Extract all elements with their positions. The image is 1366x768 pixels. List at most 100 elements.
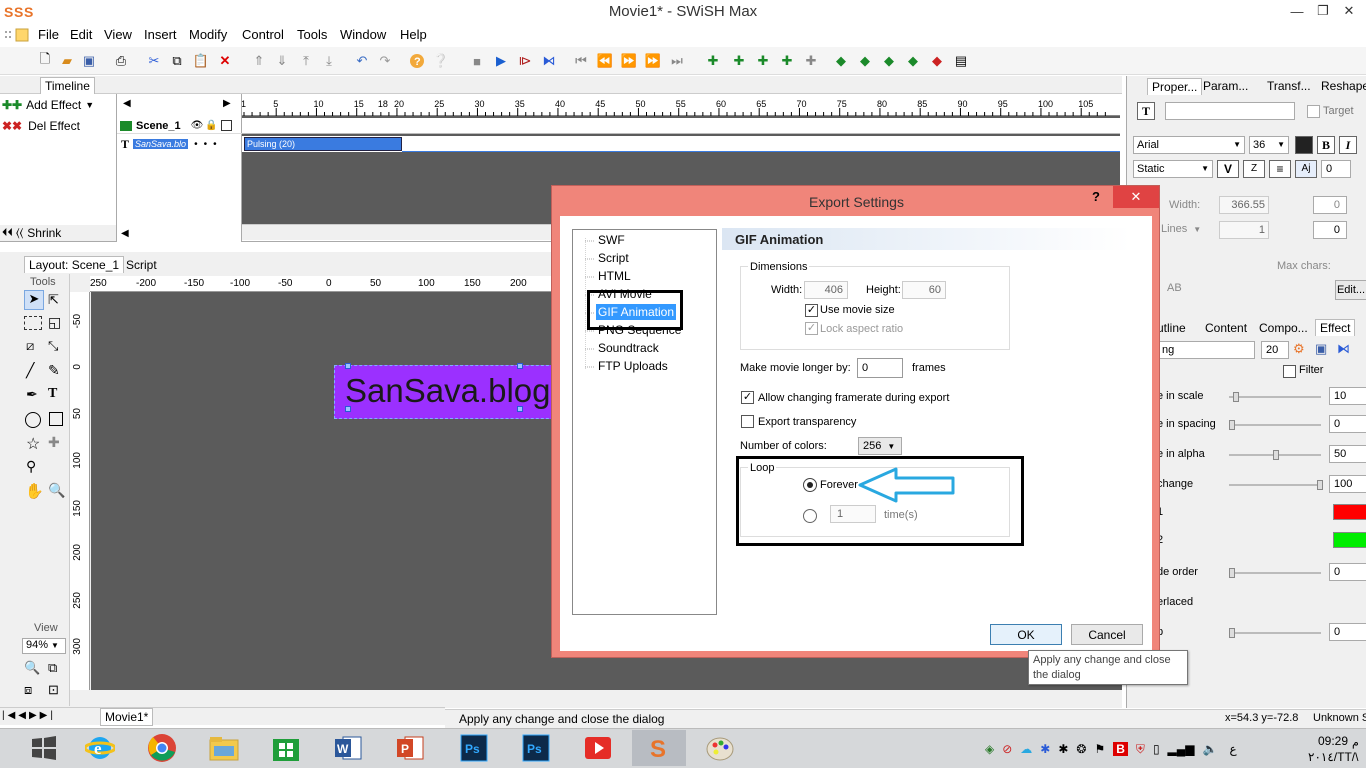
tab-parameters[interactable]: Param...: [1203, 79, 1248, 93]
effect-settings-icon[interactable]: ⚙: [1293, 341, 1305, 357]
width-field[interactable]: 406: [804, 281, 848, 299]
select-tool-icon[interactable]: ➤: [24, 290, 44, 310]
tab-nav-icon[interactable]: |◀◀▶▶|: [2, 710, 56, 721]
del-effect-button[interactable]: ✖✖ Del Effect: [0, 117, 116, 135]
text-type-select[interactable]: Static ▼: [1133, 160, 1213, 178]
italic-button[interactable]: I: [1339, 136, 1357, 154]
help-icon[interactable]: ?: [408, 52, 426, 70]
allow-framerate-checkbox[interactable]: ✓: [741, 391, 754, 404]
text-tool-icon[interactable]: T: [48, 386, 57, 402]
tray-bluetooth-icon[interactable]: ✱: [1058, 742, 1068, 756]
tray-antivirus-icon[interactable]: B: [1113, 742, 1128, 756]
dialog-close-button[interactable]: ✕: [1113, 186, 1159, 208]
insert-button-icon[interactable]: ✚: [754, 52, 772, 70]
line-tool-icon[interactable]: ╱: [26, 362, 34, 379]
star-tool-icon[interactable]: ☆: [26, 434, 40, 454]
outline-icon[interactable]: [220, 120, 232, 131]
play-scene-icon[interactable]: ⧐: [516, 52, 534, 70]
add-effect-button[interactable]: ✚✚ Add Effect ▼: [0, 96, 116, 114]
slider-knob[interactable]: [1273, 450, 1279, 460]
tray-network-icon[interactable]: ◈: [985, 742, 994, 756]
context-help-icon[interactable]: ❔: [432, 52, 450, 70]
use-movie-size-checkbox[interactable]: ✓: [805, 304, 818, 317]
move-down-icon[interactable]: ⇓: [273, 52, 291, 70]
tray-volume-icon[interactable]: 🔈: [1203, 742, 1218, 756]
menu-control[interactable]: Control: [242, 27, 284, 42]
tray-signal-icon[interactable]: ▂▄▆: [1168, 742, 1195, 756]
tab-content[interactable]: Content: [1205, 321, 1247, 335]
size-button[interactable]: Aj: [1295, 160, 1317, 178]
puzzle-tool-icon[interactable]: ✚: [48, 434, 60, 451]
zoom-100-icon[interactable]: ⧈: [24, 682, 32, 698]
redo-icon[interactable]: ↷: [376, 52, 394, 70]
break-icon[interactable]: ◆: [904, 52, 922, 70]
frame-ruler[interactable]: 1 5 10 15 18 20 25 30 35 40 45 50 55 60 65 70 75 80 85 90 95…: [242, 98, 1120, 116]
convert-icon[interactable]: ◆: [880, 52, 898, 70]
scroll-left-icon[interactable]: ◀: [123, 98, 131, 109]
copy-icon[interactable]: ⧉: [168, 52, 186, 70]
close-window-button[interactable]: ✕: [1326, 0, 1366, 22]
bold-button[interactable]: B: [1317, 136, 1335, 154]
tab-properties[interactable]: Proper...: [1147, 78, 1203, 95]
export-transparency-checkbox[interactable]: [741, 415, 754, 428]
open-icon[interactable]: ▰: [58, 52, 76, 70]
tab-reshape[interactable]: Reshape: [1321, 79, 1366, 93]
media-player-icon[interactable]: [578, 730, 618, 766]
tray-flag-icon[interactable]: ⚑: [1094, 742, 1105, 756]
color-swatch[interactable]: [1333, 504, 1366, 520]
times-input[interactable]: 1: [830, 505, 876, 523]
scroll-right-icon[interactable]: ▶: [223, 98, 231, 109]
tray-language-icon[interactable]: ع: [1229, 742, 1236, 756]
effect-slider[interactable]: [1229, 420, 1321, 430]
menu-file[interactable]: File: [38, 27, 59, 42]
color-swatch[interactable]: [1333, 532, 1366, 548]
effect-prop-value[interactable]: 50: [1329, 445, 1366, 463]
align-button[interactable]: ≡: [1269, 160, 1291, 178]
undo-icon[interactable]: ↶: [353, 52, 371, 70]
slider-knob[interactable]: [1317, 480, 1323, 490]
eye-icon[interactable]: 👁: [191, 120, 204, 131]
effect-slider[interactable]: [1229, 628, 1321, 638]
photoshop-icon-2[interactable]: Ps: [516, 730, 556, 766]
effect-play-icon[interactable]: ⧑: [1337, 341, 1350, 357]
insert-sprite-icon[interactable]: ✚: [778, 52, 796, 70]
handle[interactable]: [517, 406, 523, 412]
effect-bar[interactable]: Pulsing (20): [244, 137, 402, 151]
color-picker-icon[interactable]: [1295, 136, 1313, 154]
menu-insert[interactable]: Insert: [144, 27, 177, 42]
pencil-tool-icon[interactable]: ✎: [48, 362, 60, 379]
zoom-select[interactable]: 94% ▼: [22, 638, 66, 654]
longer-input[interactable]: 0: [857, 358, 903, 378]
play-icon[interactable]: ▶: [492, 52, 510, 70]
stage-object[interactable]: SanSava.blog: [334, 363, 564, 419]
handle[interactable]: [345, 406, 351, 412]
script-tab[interactable]: Script: [122, 257, 161, 273]
ok-button[interactable]: OK: [990, 624, 1062, 645]
insert-image-icon[interactable]: ✚: [802, 52, 820, 70]
powerpoint-icon[interactable]: P: [390, 730, 430, 766]
layer-scroll-left-icon[interactable]: ◀: [121, 228, 129, 239]
move-top-icon[interactable]: ⤒: [297, 52, 315, 70]
font-size-select[interactable]: 36 ▼: [1249, 136, 1289, 154]
rectangle-tool-icon[interactable]: [49, 412, 63, 426]
move-bottom-icon[interactable]: ⤓: [320, 52, 338, 70]
movie-tab[interactable]: Movie1*: [100, 708, 154, 726]
effect-save-icon[interactable]: ▣: [1315, 341, 1327, 357]
play-frame-icon[interactable]: ⏩: [620, 52, 638, 70]
effect-frames-input[interactable]: 20: [1261, 341, 1289, 359]
ellipse-tool-icon[interactable]: [25, 412, 41, 428]
slider-knob[interactable]: [1229, 628, 1235, 638]
lock-icon[interactable]: 🔒: [205, 120, 217, 131]
timeline-tab[interactable]: Timeline: [40, 77, 95, 94]
marquee-tool-icon[interactable]: [24, 316, 42, 330]
play-effect-icon[interactable]: ⧑: [540, 52, 558, 70]
group-icon[interactable]: ◆: [832, 52, 850, 70]
start-button[interactable]: [24, 730, 64, 766]
tab-transform[interactable]: Transf...: [1267, 79, 1311, 93]
effect-prop-value[interactable]: 0: [1329, 563, 1366, 581]
zoom-tool-icon[interactable]: 🔍: [48, 482, 65, 499]
next-frame-icon[interactable]: ⏩: [644, 52, 662, 70]
target-checkbox[interactable]: [1307, 105, 1320, 118]
prev-frame-icon[interactable]: ⏪: [596, 52, 614, 70]
tray-sync-icon[interactable]: ❂: [1076, 742, 1086, 756]
